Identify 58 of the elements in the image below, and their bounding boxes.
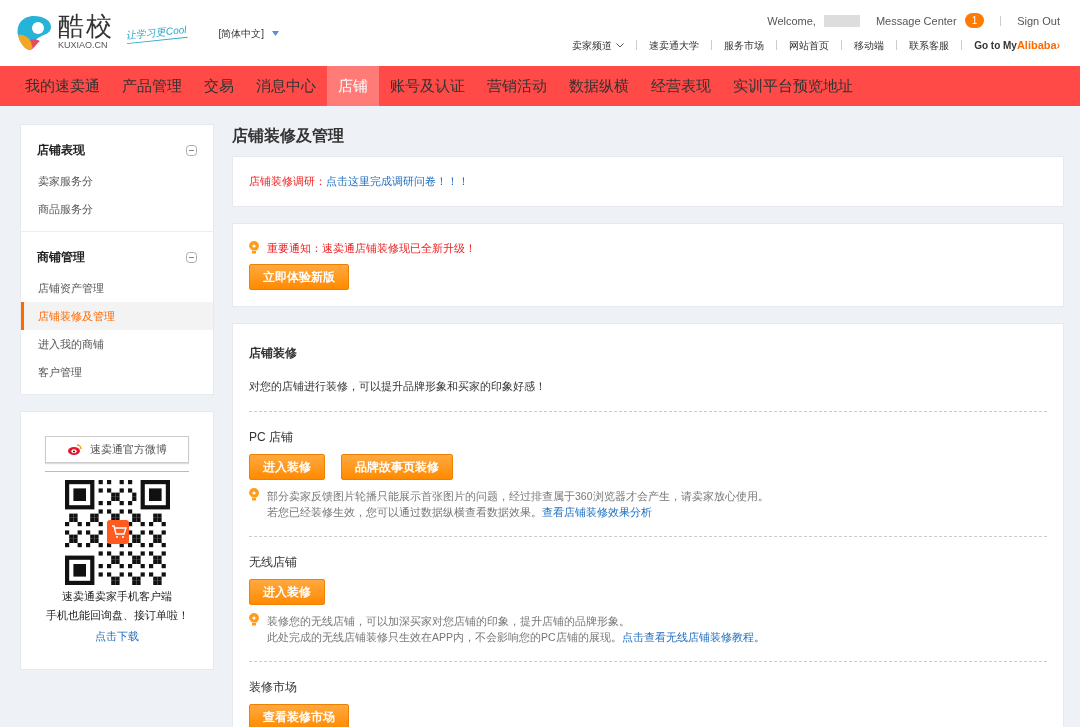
tip-link[interactable]: 点击查看无线店铺装修教程。 bbox=[621, 630, 765, 643]
nav-tab[interactable]: 我的速卖通 bbox=[14, 66, 111, 106]
sidebar-item[interactable]: 店铺资产管理 bbox=[21, 274, 213, 302]
sidebar-item[interactable]: 进入我的商铺 bbox=[21, 330, 213, 358]
nav-tab[interactable]: 消息中心 bbox=[245, 66, 327, 106]
tip-text: 部分卖家反馈图片轮播只能展示首张图片的问题，经过排查属于360浏览器才会产生，请卖家放心使用。 bbox=[267, 488, 769, 504]
group-title: 店铺表现 bbox=[37, 142, 85, 159]
survey-link[interactable]: 点击这里完成调研问卷！！！ bbox=[326, 173, 469, 190]
nav-tab[interactable]: 产品管理 bbox=[111, 66, 193, 106]
slogan-text: 让学习更Cool bbox=[125, 21, 188, 45]
subsection-title: PC 店铺 bbox=[249, 428, 294, 446]
message-count-badge: 1 bbox=[964, 13, 985, 29]
tip-link[interactable]: 查看店铺装修效果分析 bbox=[542, 505, 652, 518]
collapse-icon[interactable] bbox=[186, 251, 197, 263]
tip-text: 装修您的无线店铺，可以加深买家对您店铺的印象，提升店铺的品牌形象。 bbox=[267, 613, 631, 629]
language-selector[interactable]: [简体中文] bbox=[218, 25, 265, 41]
sidebar-item[interactable]: 卖家服务分 bbox=[21, 167, 213, 195]
caret-icon bbox=[272, 30, 280, 36]
bulb-icon bbox=[249, 487, 259, 501]
bulb-icon bbox=[249, 612, 259, 626]
bulb-icon bbox=[249, 241, 259, 255]
caption-text: 手机也能回询盘、接订单啦！ bbox=[45, 608, 189, 624]
weibo-icon bbox=[67, 443, 82, 455]
section-title: 店铺装修 bbox=[249, 345, 298, 362]
nav-tab[interactable]: 账号及认证 bbox=[379, 66, 476, 106]
nav-tab[interactable]: 实训平台预览地址 bbox=[722, 66, 864, 106]
download-link[interactable]: 点击下载 bbox=[95, 628, 139, 645]
header-link[interactable]: 联系客服 bbox=[909, 37, 950, 53]
nav-tab[interactable]: 数据纵横 bbox=[558, 66, 640, 106]
header-link[interactable]: 移动端 bbox=[854, 37, 885, 53]
weibo-button[interactable]: 速卖通官方微博 bbox=[45, 436, 189, 463]
message-center-link[interactable]: Message Center bbox=[875, 12, 957, 29]
survey-label: 店铺装修调研： bbox=[249, 174, 326, 189]
domain-text: KUXIAO.CN bbox=[58, 39, 109, 53]
header-link[interactable]: 卖家频道 bbox=[572, 37, 625, 53]
go-to-alibaba-link[interactable]: Go to MyAlibaba› bbox=[974, 37, 1060, 54]
group-title: 商铺管理 bbox=[37, 249, 85, 266]
blurred-username bbox=[823, 14, 860, 27]
sidebar-item[interactable]: 商品服务分 bbox=[21, 195, 213, 223]
notice-text: 重要通知：速卖通店铺装修现已全新升级！ bbox=[267, 240, 476, 256]
sidebar-item[interactable]: 客户管理 bbox=[21, 358, 213, 386]
page-title: 店铺装修及管理 bbox=[232, 126, 345, 146]
header-link[interactable]: 速卖通大学 bbox=[649, 37, 700, 53]
nav-tab[interactable]: 交易 bbox=[193, 66, 245, 106]
tip-text: 此处完成的无线店铺装修只生效在APP内，不会影响您的PC店铺的展现。点击查看无线店铺装修教程。 bbox=[267, 629, 765, 645]
subsection-title: 装修市场 bbox=[249, 678, 298, 696]
caption-text: 速卖通卖家手机客户端 bbox=[62, 588, 172, 604]
nav-tab[interactable]: 营销活动 bbox=[476, 66, 558, 106]
header-link[interactable]: 服务市场 bbox=[724, 37, 765, 53]
tip-text: 若您已经装修生效，您可以通过数据纵横查看数据效果。查看店铺装修效果分析 bbox=[267, 504, 653, 520]
logo-text: 酷校 bbox=[58, 13, 114, 40]
header-link[interactable]: 网站首页 bbox=[789, 37, 830, 53]
description-text: 对您的店铺进行装修，可以提升品牌形象和买家的印象好感！ bbox=[249, 379, 547, 394]
sign-out-link[interactable]: Sign Out bbox=[1017, 12, 1060, 29]
subsection-title: 无线店铺 bbox=[249, 553, 298, 571]
nav-tab[interactable]: 经营表现 bbox=[640, 66, 722, 106]
welcome-text: Welcome, bbox=[767, 13, 816, 29]
collapse-icon[interactable] bbox=[186, 144, 197, 156]
